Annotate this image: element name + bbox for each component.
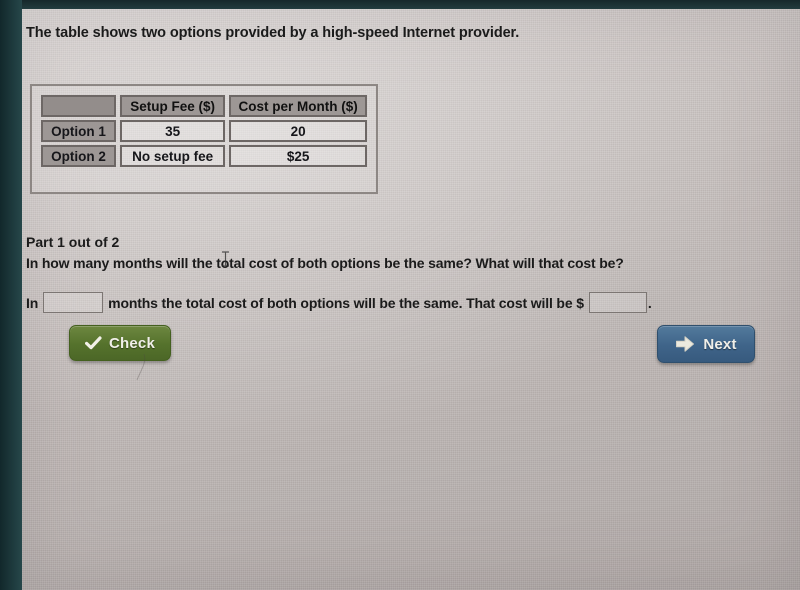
cell-option-1-setup-fee: 35: [120, 120, 226, 142]
table-corner-blank-cell: [41, 95, 117, 117]
cell-option-1-cost-per-month: 20: [229, 120, 367, 142]
months-input[interactable]: [43, 292, 104, 313]
check-button[interactable]: Check: [69, 325, 171, 361]
table-header-setup-fee: Setup Fee ($): [120, 95, 226, 117]
next-button-label: Next: [703, 335, 737, 353]
part-label: Part 1 out of 2: [26, 234, 120, 250]
right-arrow-icon: [675, 335, 695, 353]
question-text: In how many months will the total cost o…: [26, 255, 624, 271]
worksheet-content: The table shows two options provided by …: [18, 5, 800, 590]
table-row: Option 2 No setup fee $25: [41, 145, 367, 167]
answer-sentence: In months the total cost of both options…: [26, 292, 652, 313]
photographed-screen: The table shows two options provided by …: [0, 0, 800, 590]
table-header-row: Setup Fee ($) Cost per Month ($): [41, 95, 367, 117]
table-row-label-option-2: Option 2: [41, 145, 117, 167]
table-header-cost-per-month: Cost per Month ($): [229, 95, 367, 117]
cell-option-2-setup-fee: No setup fee: [120, 145, 226, 167]
table-row-label-option-1: Option 1: [41, 120, 117, 142]
table-row: Option 1 35 20: [41, 120, 367, 142]
prompt-text: The table shows two options provided by …: [26, 25, 520, 41]
answer-middle-text: months the total cost of both options wi…: [108, 294, 584, 311]
cost-input[interactable]: [588, 292, 647, 313]
check-button-label: Check: [108, 334, 156, 352]
cell-option-2-cost-per-month: $25: [229, 145, 367, 167]
worksheet-page: The table shows two options provided by …: [18, 5, 800, 590]
answer-prefix-text: In: [26, 294, 39, 311]
answer-suffix-text: .: [647, 294, 652, 311]
checkmark-icon: [84, 335, 102, 351]
options-table: Setup Fee ($) Cost per Month ($) Option …: [30, 84, 378, 194]
next-button[interactable]: Next: [657, 325, 755, 363]
